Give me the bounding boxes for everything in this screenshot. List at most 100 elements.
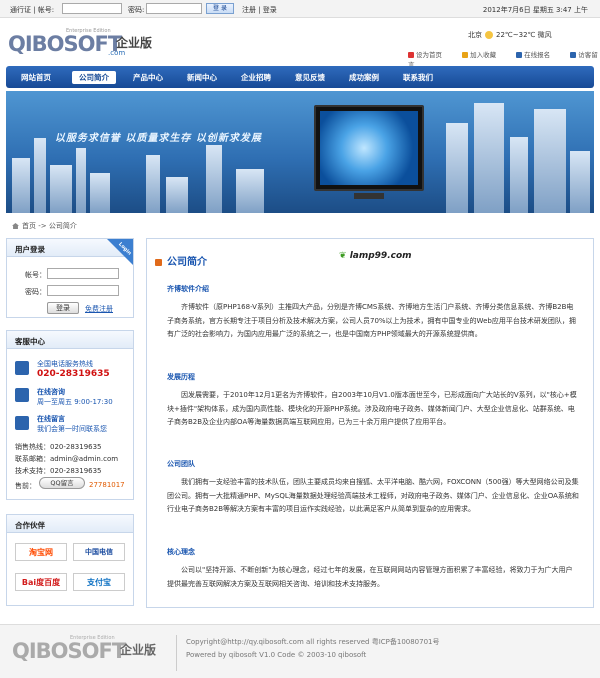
home-icon (408, 52, 414, 58)
email-line: 联系邮箱：admin@admin.com (15, 455, 119, 463)
message-sub: 我们会第一时间联系您 (37, 425, 107, 433)
building-shape (34, 138, 46, 213)
leaf-icon: ❦ (339, 251, 347, 261)
login-account-label: 帐号： (25, 271, 46, 279)
building-shape (534, 109, 566, 213)
nav-feedback[interactable]: 意见反馈 (290, 71, 330, 84)
top-login-bar: 通行证 | 帐号: 密码: 登 录 注册 | 登录 2012年7月6日 星期五 … (0, 0, 600, 18)
register-login-links[interactable]: 注册 | 登录 (242, 5, 277, 15)
password-input[interactable] (146, 3, 202, 14)
monitor-image (314, 105, 424, 199)
top-login-button[interactable]: 登 录 (206, 3, 234, 14)
weather-text: 22℃~32℃ 微风 (496, 31, 552, 39)
qq-label: 售前： (15, 482, 36, 490)
footer-logo-main: QIBOSOFT (12, 639, 126, 663)
section-heading-philosophy: 核心理念 (167, 548, 195, 556)
hotline-label: 全国电话服务热线 (37, 360, 93, 368)
section-text-philosophy: 公司以"坚持开源、不断创新"为核心理念，经过七年的发展，在互联网网站内容管理方面… (167, 566, 573, 588)
nav-home[interactable]: 网站首页 (16, 71, 56, 84)
login-tag: Login (107, 239, 133, 265)
hotline-number: 020-28319635 (37, 369, 110, 379)
home-icon (12, 223, 19, 229)
section-text-team: 我们拥有一支经验丰富的技术队伍，团队主要成员均来自搜狐、太平洋电脑、酷六网，FO… (167, 478, 579, 513)
building-shape (166, 177, 188, 213)
login-panel: 用户登录 Login 帐号： 密码： 登录 免费注册 (6, 238, 134, 318)
building-shape (570, 151, 590, 213)
nav-jobs[interactable]: 企业招聘 (236, 71, 276, 84)
signup-icon (516, 52, 523, 58)
building-shape (474, 103, 504, 213)
quick-link-signup[interactable]: 在线报名 (516, 51, 559, 59)
nav-products[interactable]: 产品中心 (128, 71, 168, 84)
building-shape (12, 158, 30, 213)
building-shape (236, 169, 264, 213)
main-nav: 网站首页 公司简介 产品中心 新闻中心 企业招聘 意见反馈 成功案例 联系我们 (6, 66, 594, 88)
site-header: QIBOSOFT Enterprise Edition 企业版 .com 北京 2… (0, 18, 600, 69)
current-date: 2012年7月6日 星期五 3:47 上午 (482, 6, 588, 14)
login-panel-title: 用户登录 Login (7, 239, 133, 265)
section-heading-history: 发展历程 (167, 373, 195, 381)
section-text-history: 因发展需要，于2010年12月1更名为齐博软件，自2003年10月V1.0版本面… (167, 391, 577, 426)
passport-label: 通行证 | 帐号: (10, 6, 55, 14)
partners-panel: 合作伙伴 淘宝网 中国电信 Bai度百度 支付宝 (6, 514, 134, 606)
login-button[interactable]: 登录 (47, 302, 79, 314)
footer-logo-cn: 企业版 (120, 643, 157, 657)
weather-widget: 北京 22℃~32℃ 微风 (468, 30, 552, 40)
partner-telecom[interactable]: 中国电信 (73, 543, 125, 561)
building-shape (206, 145, 222, 213)
building-shape (446, 123, 468, 213)
guestbook-icon (570, 52, 577, 58)
login-password-label: 密码： (25, 288, 46, 296)
monitor-stand (354, 193, 384, 199)
logo-sub: Enterprise Edition (66, 28, 111, 34)
section-heading-intro: 齐博软件介绍 (167, 285, 209, 293)
sun-icon (485, 31, 493, 39)
login-password-input[interactable] (47, 285, 119, 296)
building-shape (510, 137, 528, 213)
main-content: 公司简介 ❦ lamp99.com 齐博软件介绍 齐博软件（原PHP168-V系… (146, 238, 594, 608)
favorite-icon (462, 52, 469, 58)
footer-logo: QIBOSOFT Enterprise Edition 企业版 (12, 635, 172, 669)
nav-news[interactable]: 新闻中心 (182, 71, 222, 84)
support-line: 技术支持：020-28319635 (15, 467, 102, 475)
partner-alipay[interactable]: 支付宝 (73, 573, 125, 591)
quick-link-homepage[interactable]: 设为首页 (408, 51, 451, 59)
breadcrumb-text[interactable]: 首页 -> 公司简介 (22, 222, 77, 230)
account-input[interactable] (62, 3, 122, 14)
qq-number: 27781017 (89, 481, 125, 489)
quick-link-favorite[interactable]: 加入收藏 (462, 51, 505, 59)
globe-screen (320, 111, 418, 185)
footer-logo-sub: Enterprise Edition (70, 635, 115, 641)
building-shape (76, 148, 86, 213)
partner-baidu[interactable]: Bai度百度 (15, 573, 67, 591)
footer-copyright: Copyright@http://qy.qibosoft.com all rig… (186, 638, 440, 646)
breadcrumb: 首页 -> 公司简介 (12, 221, 77, 231)
chat-icon (15, 388, 29, 402)
partners-panel-title: 合作伙伴 (7, 515, 133, 533)
footer-powered: Powered by qibosoft V1.0 Code © 2003-10 … (186, 651, 367, 659)
consult-title[interactable]: 在线咨询 (37, 387, 65, 397)
nav-cases[interactable]: 成功案例 (344, 71, 384, 84)
site-logo[interactable]: QIBOSOFT Enterprise Edition 企业版 .com (8, 28, 158, 62)
lamp99-logo: ❦ lamp99.com (339, 251, 412, 261)
section-heading-team: 公司团队 (167, 460, 195, 468)
login-account-input[interactable] (47, 268, 119, 279)
logo-main: QIBOSOFT (8, 32, 122, 56)
message-title[interactable]: 在线留言 (37, 414, 65, 424)
service-panel: 客服中心 全国电话服务热线 020-28319635 在线咨询 周一至周五 9:… (6, 330, 134, 500)
nav-about[interactable]: 公司简介 (72, 71, 116, 84)
building-shape (90, 173, 110, 213)
sales-line: 销售热线：020-28319635 (15, 443, 102, 451)
partner-taobao[interactable]: 淘宝网 (15, 543, 67, 561)
page-title: 公司简介 (155, 253, 207, 268)
qq-button[interactable]: QQ留言 (39, 477, 85, 489)
register-link[interactable]: 免费注册 (85, 304, 113, 314)
mail-icon (15, 416, 29, 430)
section-text-intro: 齐博软件（原PHP168-V系列）主推四大产品，分别是齐博CMS系统、齐博地方生… (167, 303, 576, 338)
logo-com: .com (108, 49, 126, 57)
building-shape (50, 165, 72, 213)
weather-city: 北京 (468, 31, 482, 39)
hero-banner: 以服务求信誉 以质量求生存 以创新求发展 (6, 91, 594, 213)
consult-hours: 周一至周五 9:00-17:30 (37, 398, 113, 406)
nav-contact[interactable]: 联系我们 (398, 71, 438, 84)
